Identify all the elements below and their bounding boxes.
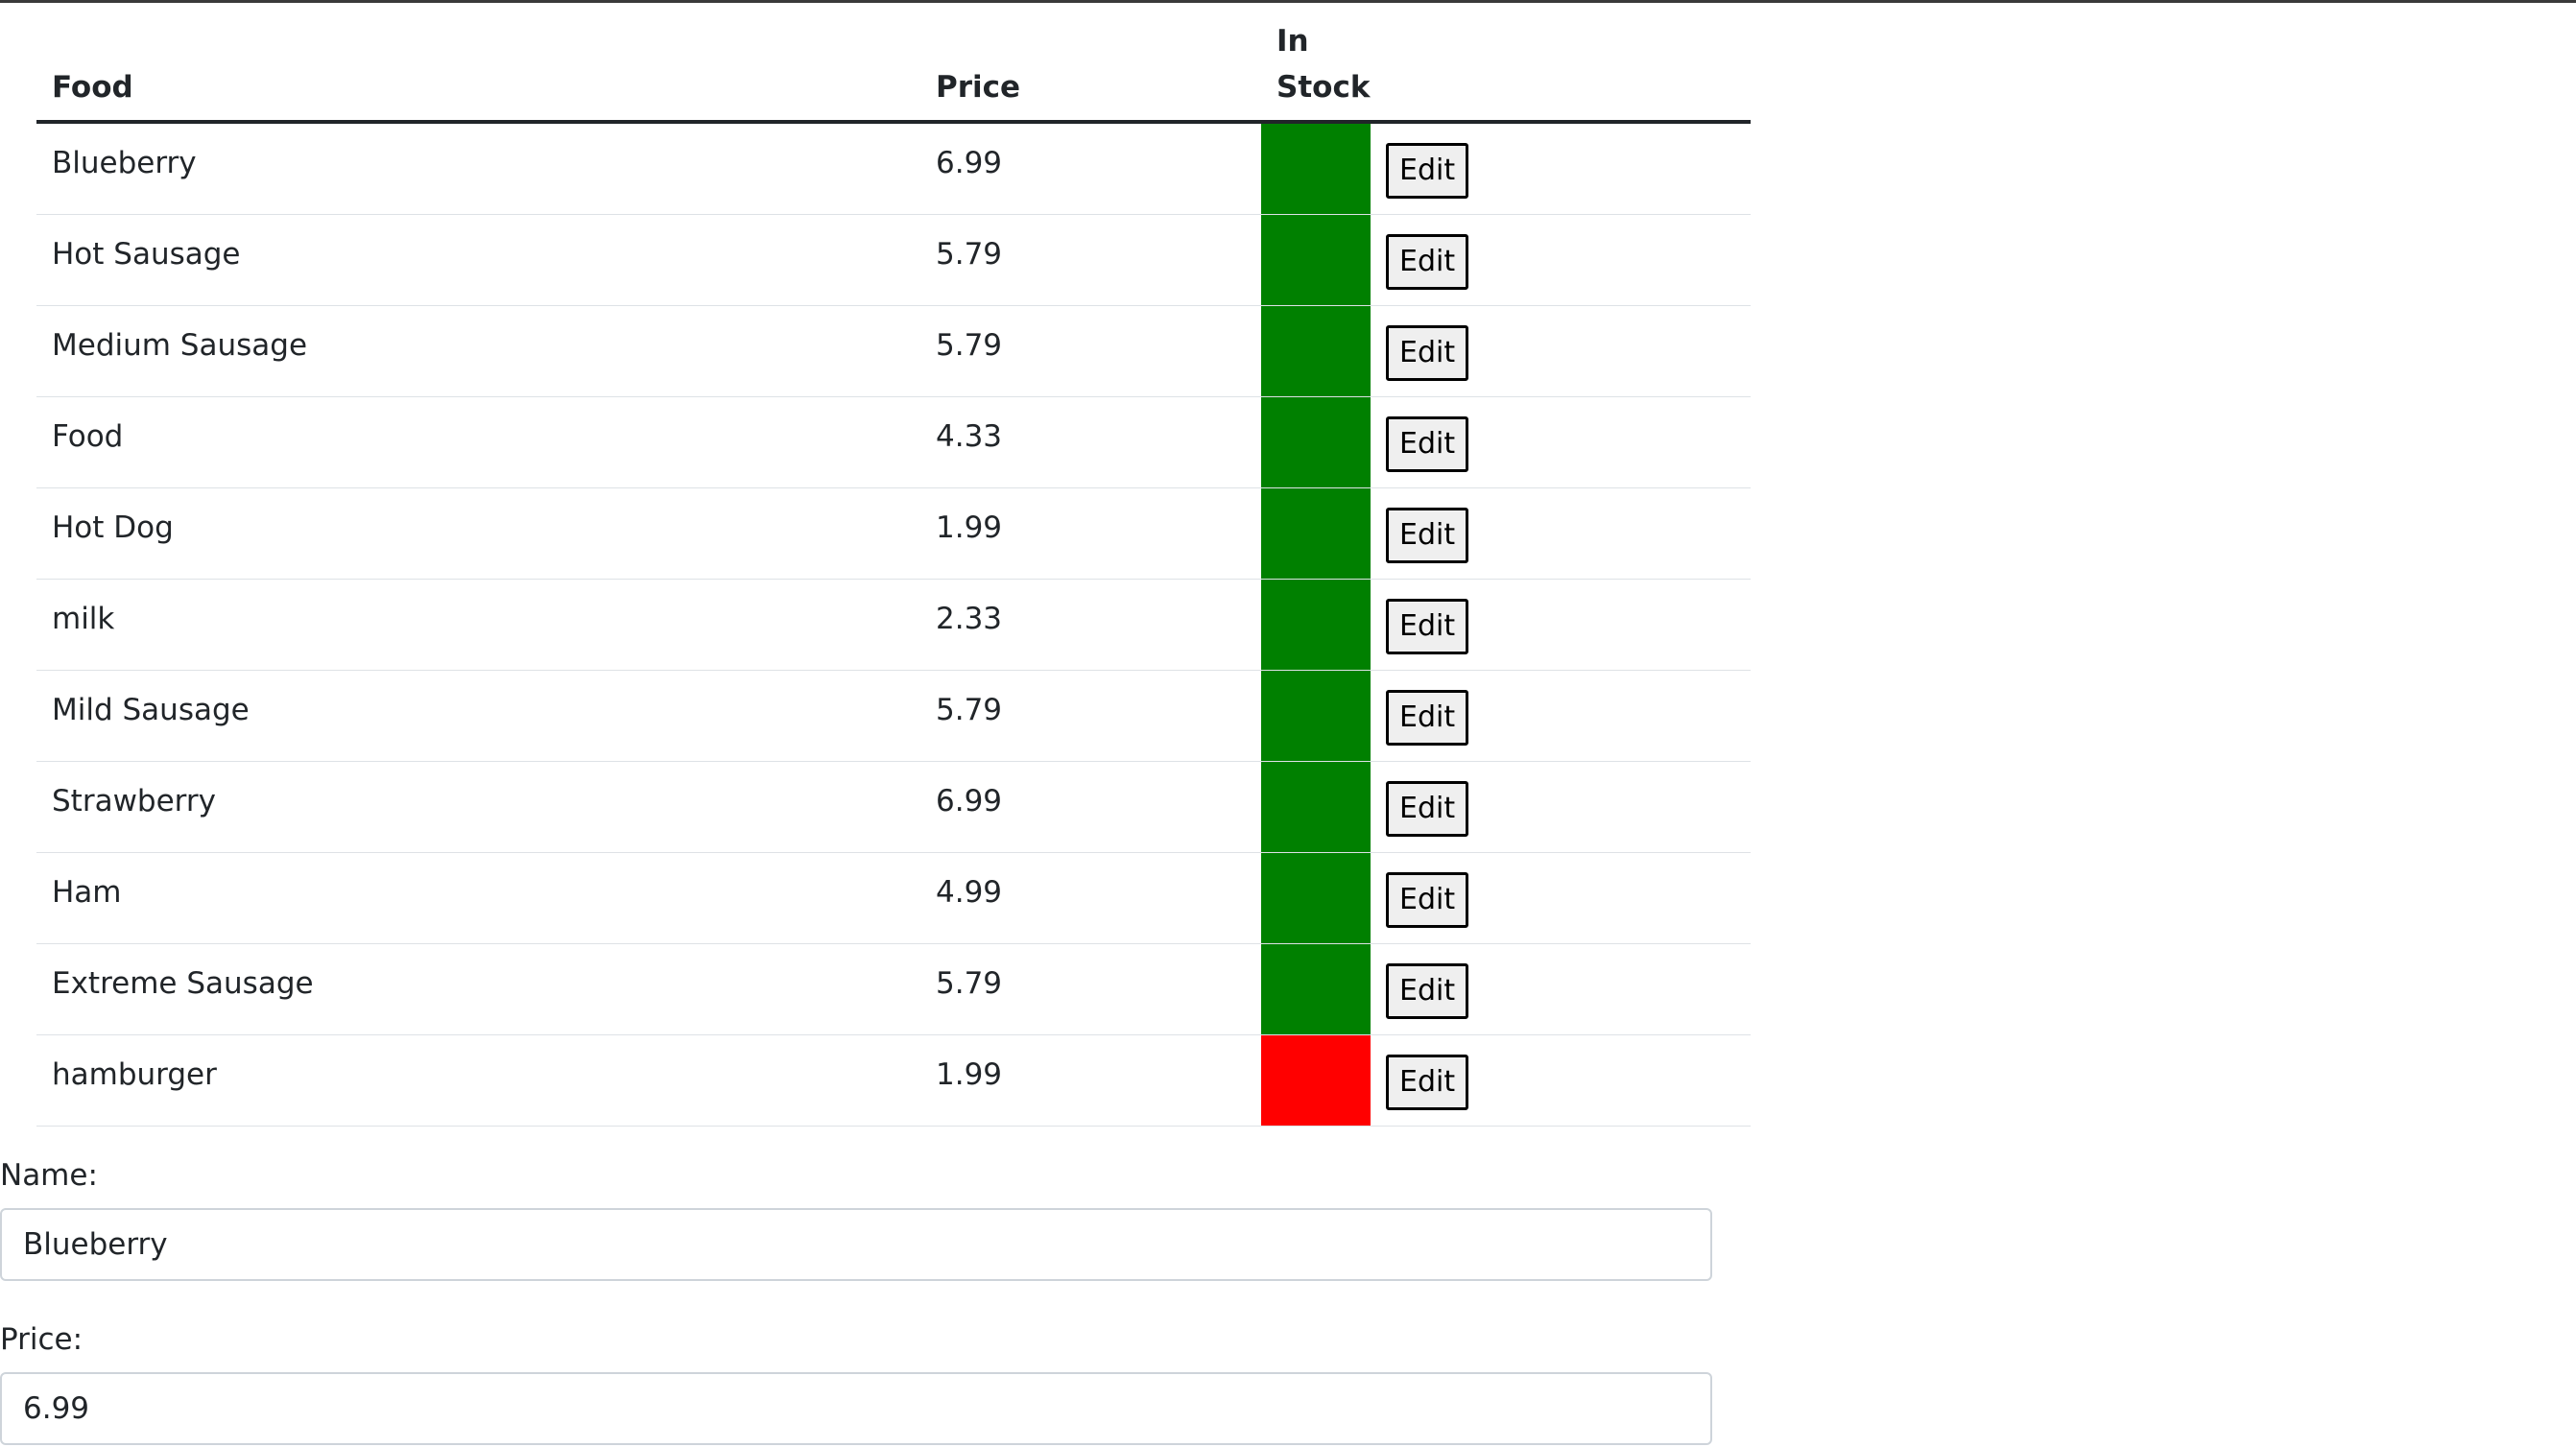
in-stock-cell: [1261, 943, 1371, 1035]
table-row: Medium Sausage 5.79 Edit: [36, 305, 1751, 397]
table-row: Food 4.33 Edit: [36, 396, 1751, 488]
in-stock-indicator: [1261, 215, 1371, 305]
action-cell: Edit: [1371, 852, 1751, 944]
action-cell: Edit: [1371, 579, 1751, 671]
header-actions: [1371, 3, 1751, 124]
header-in-stock: In Stock: [1261, 3, 1371, 124]
price-cell: 2.33: [920, 579, 1261, 671]
table-row: Blueberry 6.99 Edit: [36, 122, 1751, 215]
edit-button[interactable]: Edit: [1386, 508, 1469, 563]
edit-button[interactable]: Edit: [1386, 1055, 1469, 1110]
header-food: Food: [36, 3, 920, 124]
food-rows: Blueberry 6.99 Edit Hot Sausage 5.79 Edit Medi…: [36, 122, 1751, 1127]
price-cell: 5.79: [920, 670, 1261, 762]
in-stock-cell: [1261, 1034, 1371, 1127]
header-in-stock-label: In Stock: [1276, 24, 1371, 105]
table-row: Ham 4.99 Edit: [36, 852, 1751, 944]
in-stock-indicator: [1261, 580, 1371, 670]
food-name-cell: Hot Sausage: [36, 214, 920, 306]
price-cell: 6.99: [920, 761, 1261, 853]
in-stock-cell: [1261, 214, 1371, 306]
header-price: Price: [920, 3, 1261, 124]
name-label: Name:: [0, 1158, 98, 1193]
price-input[interactable]: [0, 1372, 1712, 1445]
in-stock-indicator: [1261, 488, 1371, 579]
in-stock-cell: [1261, 122, 1371, 215]
table-row: Hot Dog 1.99 Edit: [36, 487, 1751, 580]
in-stock-cell: [1261, 579, 1371, 671]
in-stock-indicator: [1261, 762, 1371, 852]
out-of-stock-indicator: [1261, 1035, 1371, 1126]
table-header-row: Food Price In Stock: [36, 3, 1751, 124]
price-cell: 4.99: [920, 852, 1261, 944]
food-name-cell: Medium Sausage: [36, 305, 920, 397]
edit-button[interactable]: Edit: [1386, 325, 1469, 381]
edit-button[interactable]: Edit: [1386, 416, 1469, 472]
price-cell: 1.99: [920, 1034, 1261, 1127]
action-cell: Edit: [1371, 1034, 1751, 1127]
edit-button[interactable]: Edit: [1386, 781, 1469, 837]
price-cell: 1.99: [920, 487, 1261, 580]
price-form-group: Price:: [0, 1320, 1712, 1445]
food-name-cell: Blueberry: [36, 122, 920, 215]
in-stock-indicator: [1261, 853, 1371, 943]
table-row: Hot Sausage 5.79 Edit: [36, 214, 1751, 306]
table-row: Extreme Sausage 5.79 Edit: [36, 943, 1751, 1035]
edit-button[interactable]: Edit: [1386, 872, 1469, 928]
in-stock-cell: [1261, 305, 1371, 397]
food-name-cell: hamburger: [36, 1034, 920, 1127]
name-form-group: Name:: [0, 1156, 1712, 1281]
price-cell: 6.99: [920, 122, 1261, 215]
price-cell: 5.79: [920, 214, 1261, 306]
edit-button[interactable]: Edit: [1386, 599, 1469, 654]
table-row: Mild Sausage 5.79 Edit: [36, 670, 1751, 762]
edit-button[interactable]: Edit: [1386, 143, 1469, 199]
edit-button[interactable]: Edit: [1386, 234, 1469, 290]
table-row: hamburger 1.99 Edit: [36, 1034, 1751, 1127]
action-cell: Edit: [1371, 396, 1751, 488]
edit-button[interactable]: Edit: [1386, 690, 1469, 746]
action-cell: Edit: [1371, 122, 1751, 215]
action-cell: Edit: [1371, 761, 1751, 853]
food-name-cell: Mild Sausage: [36, 670, 920, 762]
food-name-cell: Hot Dog: [36, 487, 920, 580]
in-stock-indicator: [1261, 306, 1371, 396]
food-name-cell: milk: [36, 579, 920, 671]
in-stock-cell: [1261, 852, 1371, 944]
food-table: Food Price In Stock Blueberry 6.99 Edit Hot…: [36, 3, 1751, 1127]
price-cell: 5.79: [920, 943, 1261, 1035]
action-cell: Edit: [1371, 214, 1751, 306]
in-stock-indicator: [1261, 944, 1371, 1034]
food-name-cell: Food: [36, 396, 920, 488]
food-name-cell: Ham: [36, 852, 920, 944]
food-name-cell: Strawberry: [36, 761, 920, 853]
action-cell: Edit: [1371, 670, 1751, 762]
action-cell: Edit: [1371, 487, 1751, 580]
action-cell: Edit: [1371, 305, 1751, 397]
name-input[interactable]: [0, 1208, 1712, 1281]
action-cell: Edit: [1371, 943, 1751, 1035]
in-stock-cell: [1261, 761, 1371, 853]
food-name-cell: Extreme Sausage: [36, 943, 920, 1035]
in-stock-indicator: [1261, 397, 1371, 487]
table-row: Strawberry 6.99 Edit: [36, 761, 1751, 853]
price-cell: 4.33: [920, 396, 1261, 488]
in-stock-cell: [1261, 487, 1371, 580]
price-label: Price:: [0, 1322, 83, 1357]
table-row: milk 2.33 Edit: [36, 579, 1751, 671]
in-stock-indicator: [1261, 124, 1371, 214]
in-stock-indicator: [1261, 671, 1371, 761]
edit-button[interactable]: Edit: [1386, 963, 1469, 1019]
in-stock-cell: [1261, 670, 1371, 762]
price-cell: 5.79: [920, 305, 1261, 397]
in-stock-cell: [1261, 396, 1371, 488]
